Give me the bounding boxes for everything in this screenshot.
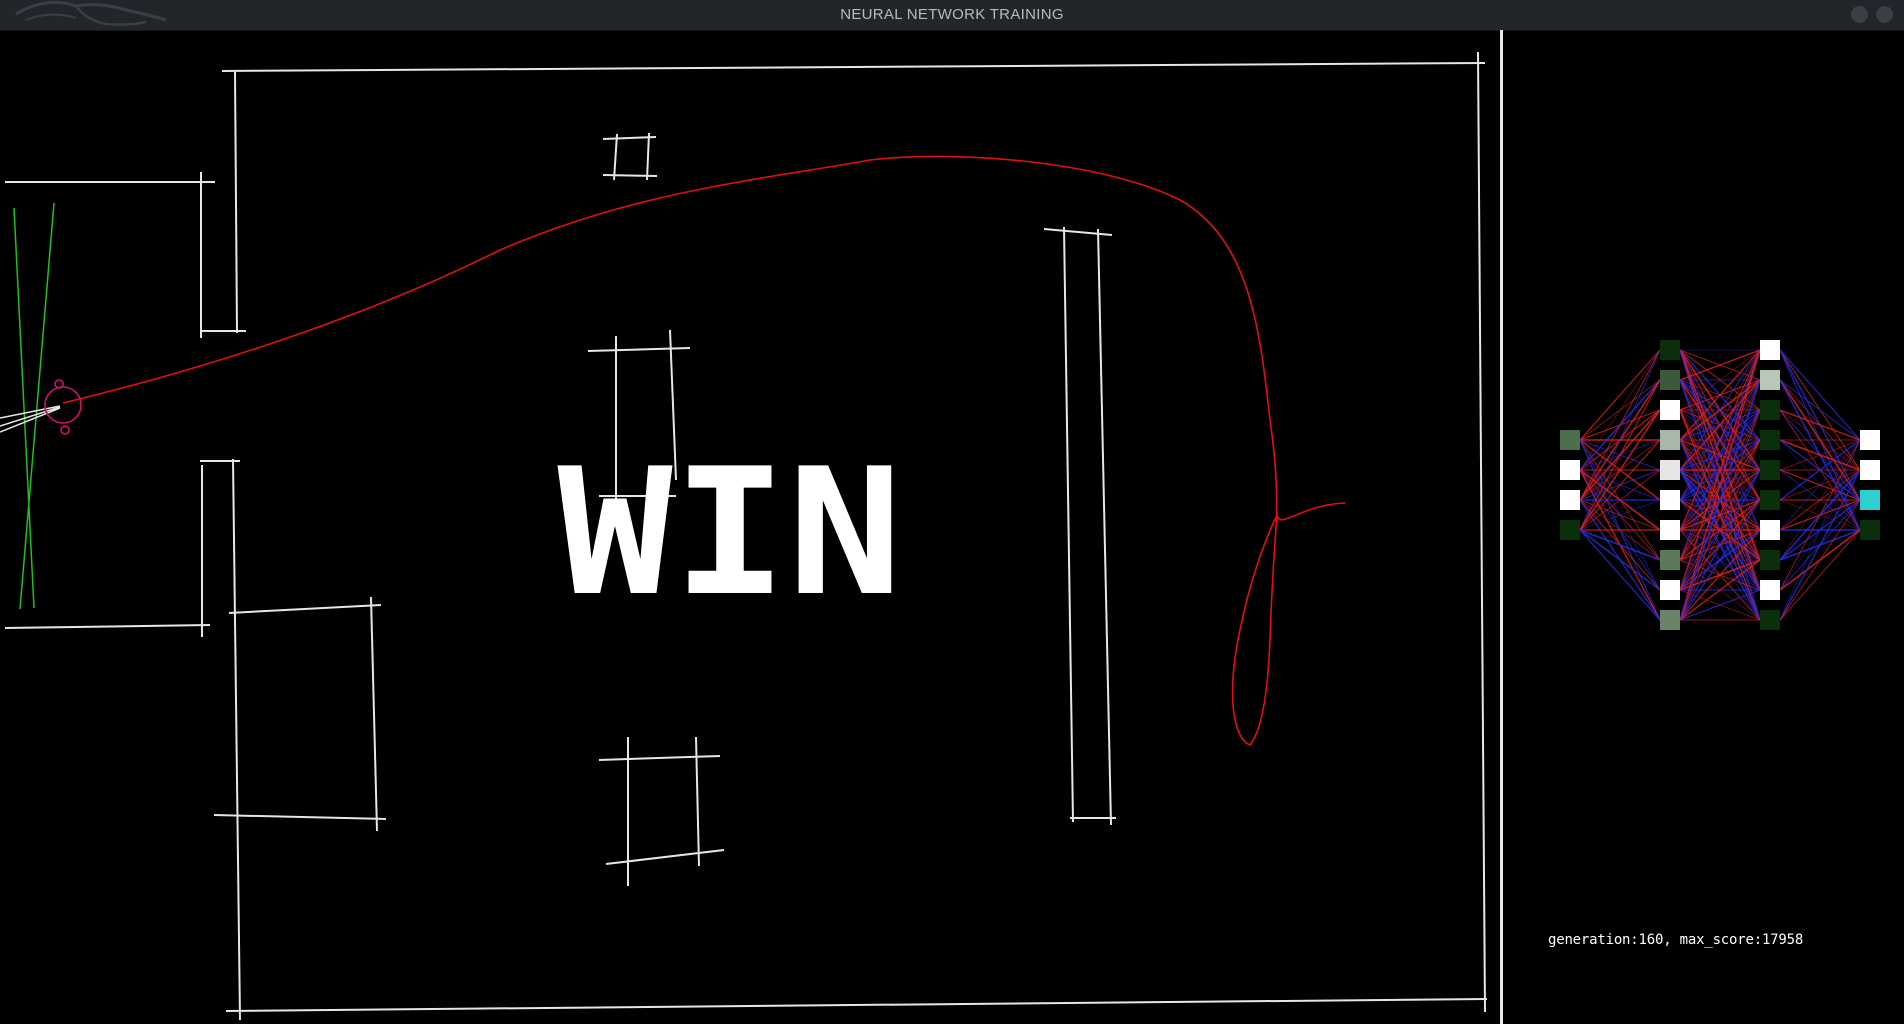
sensor-rays xyxy=(0,202,61,610)
neuron xyxy=(1560,430,1580,450)
weight-link xyxy=(1579,349,1661,441)
wall xyxy=(370,596,378,832)
title-bar: NEURAL NETWORK TRAINING xyxy=(0,0,1904,31)
neuron xyxy=(1860,430,1880,450)
wall xyxy=(613,133,618,181)
wall xyxy=(228,604,382,614)
weight-link xyxy=(1579,349,1661,501)
wall xyxy=(232,458,241,1021)
agent-body xyxy=(44,386,82,424)
neuron xyxy=(1760,490,1780,510)
neuron xyxy=(1560,490,1580,510)
neuron xyxy=(1660,370,1680,390)
wall xyxy=(225,998,1488,1012)
agent-trail xyxy=(62,155,1346,746)
weight-link xyxy=(1579,349,1661,471)
win-banner: WIN xyxy=(558,455,903,605)
wall xyxy=(4,624,211,629)
weight-link xyxy=(1579,379,1661,531)
neuron xyxy=(1760,550,1780,570)
neuron xyxy=(1660,340,1680,360)
neuron xyxy=(1760,430,1780,450)
wall xyxy=(1063,226,1074,823)
wall xyxy=(234,71,238,334)
neuron xyxy=(1560,520,1580,540)
wall xyxy=(646,132,650,181)
training-status: generation:160, max_score:17958 xyxy=(1548,932,1804,948)
wall xyxy=(1043,228,1113,236)
agent-wheel xyxy=(60,425,70,435)
window-title: NEURAL NETWORK TRAINING xyxy=(840,6,1064,23)
neuron xyxy=(1760,580,1780,600)
wall xyxy=(221,62,1486,72)
network-weights xyxy=(1579,349,1861,621)
wall xyxy=(1477,51,1486,1013)
neuron xyxy=(1760,520,1780,540)
wall xyxy=(602,174,658,177)
wall xyxy=(1097,228,1112,826)
neuron xyxy=(1760,370,1780,390)
neuron xyxy=(1660,400,1680,420)
weight-link xyxy=(1579,529,1661,621)
neuron xyxy=(1660,430,1680,450)
wall xyxy=(587,347,691,352)
weight-link xyxy=(1779,379,1861,441)
neuron xyxy=(1660,610,1680,630)
weight-link xyxy=(1779,499,1861,621)
neuron xyxy=(1860,460,1880,480)
neuron xyxy=(1560,460,1580,480)
neuron xyxy=(1660,550,1680,570)
weight-link xyxy=(1579,529,1661,591)
weight-link xyxy=(1779,409,1861,441)
neuron xyxy=(1760,400,1780,420)
neuron xyxy=(1760,610,1780,630)
minimize-icon[interactable] xyxy=(1851,6,1868,23)
weight-link xyxy=(1779,349,1861,441)
neuron xyxy=(1660,520,1680,540)
neuron xyxy=(1660,490,1680,510)
neuron xyxy=(1860,520,1880,540)
weight-link xyxy=(1579,529,1661,561)
wall xyxy=(605,849,725,865)
neuron xyxy=(1660,580,1680,600)
weight-link xyxy=(1779,439,1861,591)
neuron xyxy=(1760,460,1780,480)
neuron xyxy=(1860,490,1880,510)
neuron xyxy=(1760,340,1780,360)
neural-network-panel xyxy=(1560,340,1880,630)
wall xyxy=(213,814,387,820)
agent xyxy=(44,379,82,435)
close-icon[interactable] xyxy=(1876,6,1893,23)
win-text: WIN xyxy=(558,455,903,605)
weight-link xyxy=(1779,469,1861,621)
weight-link xyxy=(1779,529,1861,621)
neuron xyxy=(1660,460,1680,480)
wall xyxy=(598,755,721,761)
